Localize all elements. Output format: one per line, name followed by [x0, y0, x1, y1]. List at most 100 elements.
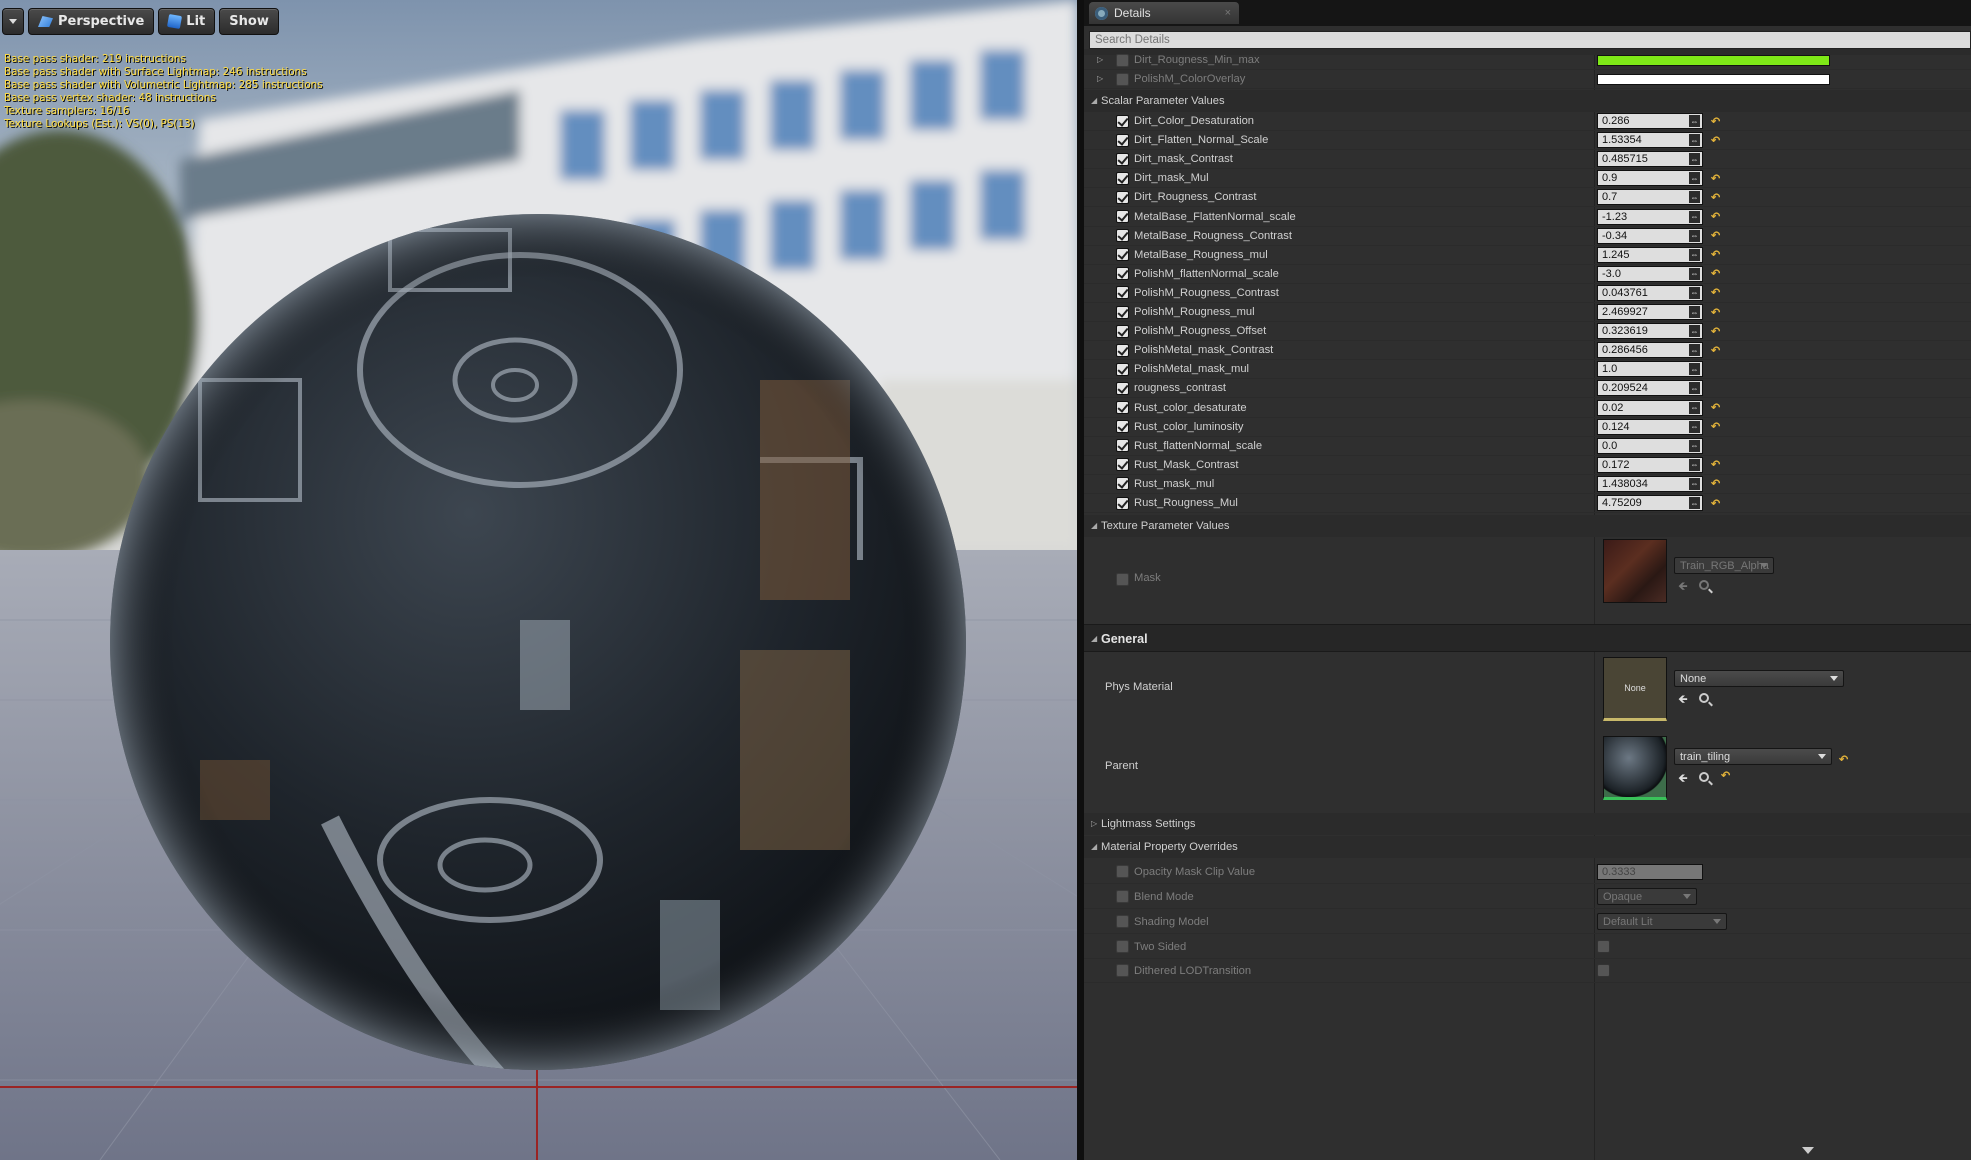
browse-magnifier-icon[interactable] — [1699, 693, 1709, 703]
texture-asset-combo[interactable]: Train_RGB_Alpha — [1674, 557, 1774, 574]
reset-to-default-icon[interactable]: ↶ — [1839, 753, 1848, 766]
spin-handle-icon[interactable]: ⇔ — [1689, 439, 1700, 452]
param-override-checkbox[interactable] — [1116, 171, 1129, 185]
param-override-checkbox[interactable] — [1116, 114, 1129, 128]
reset-to-default-icon[interactable]: ↶ — [1711, 248, 1720, 261]
param-override-checkbox[interactable] — [1116, 343, 1129, 357]
override-combo[interactable]: Opaque — [1597, 888, 1697, 905]
expand-arrow-icon[interactable]: ▷ — [1097, 74, 1103, 83]
scalar-value-input[interactable]: 2.469927 ⇔ — [1597, 304, 1703, 320]
scalar-value-input[interactable]: 0.0 ⇔ — [1597, 437, 1703, 454]
param-override-checkbox[interactable] — [1116, 72, 1129, 86]
spin-handle-icon[interactable]: ⇔ — [1689, 382, 1700, 395]
phys-material-thumbnail[interactable]: None — [1603, 657, 1667, 721]
override-value-checkbox[interactable] — [1597, 940, 1610, 953]
spin-handle-icon[interactable]: ⇔ — [1689, 344, 1700, 357]
reset-to-default-icon[interactable]: ↶ — [1721, 769, 1730, 782]
scalar-value-input[interactable]: 0.286 ⇔ — [1597, 113, 1703, 129]
use-selected-arrow-icon[interactable]: 🡸 — [1678, 577, 1688, 598]
param-override-checkbox[interactable] — [1116, 267, 1129, 281]
spin-handle-icon[interactable]: ⇔ — [1689, 477, 1700, 490]
spin-handle-icon[interactable]: ⇔ — [1689, 458, 1700, 471]
spin-handle-icon[interactable]: ⇔ — [1689, 286, 1700, 299]
scalar-value-input[interactable]: 1.53354 ⇔ — [1597, 132, 1703, 149]
parent-combo[interactable]: train_tiling — [1674, 748, 1832, 765]
override-value-checkbox[interactable] — [1597, 964, 1610, 977]
scalar-value-input[interactable]: -0.34 ⇔ — [1597, 227, 1703, 244]
show-button[interactable]: Show — [219, 8, 279, 35]
param-override-checkbox[interactable] — [1116, 324, 1129, 338]
expanded-arrow-icon[interactable]: ◢ — [1091, 49, 1097, 50]
scalar-value-input[interactable]: 0.323619 ⇔ — [1597, 323, 1703, 340]
scalar-value-input[interactable]: 0.7 ⇔ — [1597, 189, 1703, 206]
tab-details[interactable]: Details × — [1089, 2, 1239, 24]
expand-arrow-icon[interactable]: ▷ — [1097, 55, 1103, 64]
perspective-button[interactable]: Perspective — [28, 8, 155, 35]
search-details-input[interactable] — [1089, 31, 1971, 49]
browse-magnifier-icon[interactable] — [1699, 580, 1709, 590]
expanded-arrow-icon[interactable]: ◢ — [1091, 96, 1097, 105]
spin-handle-icon[interactable]: ⇔ — [1689, 191, 1700, 204]
scalar-value-input[interactable]: 1.438034 ⇔ — [1597, 475, 1703, 492]
param-override-checkbox[interactable] — [1116, 381, 1129, 395]
reset-to-default-icon[interactable]: ↶ — [1711, 115, 1720, 128]
scalar-value-input[interactable]: 0.02 ⇔ — [1597, 399, 1703, 416]
viewport-options-dropdown[interactable] — [2, 8, 24, 35]
reset-to-default-icon[interactable]: ↶ — [1711, 401, 1720, 414]
param-override-checkbox[interactable] — [1116, 248, 1129, 262]
scalar-value-input[interactable]: 1.0 ⇔ — [1597, 361, 1703, 378]
reset-to-default-icon[interactable]: ↶ — [1711, 306, 1720, 319]
scalar-value-input[interactable]: 0.209524 ⇔ — [1597, 380, 1703, 397]
override-value-input[interactable]: 0.3333 — [1597, 863, 1703, 880]
reset-to-default-icon[interactable]: ↶ — [1711, 420, 1720, 433]
spin-handle-icon[interactable]: ⇔ — [1689, 134, 1700, 147]
scalar-value-input[interactable]: -3.0 ⇔ — [1597, 265, 1703, 282]
spin-handle-icon[interactable]: ⇔ — [1689, 210, 1700, 223]
override-checkbox[interactable] — [1116, 890, 1129, 903]
scalar-value-input[interactable]: 0.124 ⇔ — [1597, 418, 1703, 435]
view-mode-lit-button[interactable]: Lit — [158, 8, 216, 35]
spin-handle-icon[interactable]: ⇔ — [1689, 229, 1700, 242]
scalar-value-input[interactable]: 0.172 ⇔ — [1597, 456, 1703, 473]
param-override-checkbox[interactable] — [1116, 305, 1129, 319]
spin-handle-icon[interactable]: ⇔ — [1689, 306, 1700, 318]
color-swatch[interactable] — [1597, 55, 1830, 66]
spin-handle-icon[interactable]: ⇔ — [1689, 115, 1700, 127]
category-texture-parameters[interactable]: ◢ Texture Parameter Values — [1084, 515, 1971, 537]
override-checkbox[interactable] — [1116, 915, 1129, 928]
spin-handle-icon[interactable]: ⇔ — [1689, 172, 1700, 185]
spin-handle-icon[interactable]: ⇔ — [1689, 497, 1700, 509]
param-override-checkbox[interactable] — [1116, 133, 1129, 147]
param-override-checkbox[interactable] — [1116, 210, 1129, 223]
parent-thumbnail[interactable] — [1603, 736, 1667, 800]
reset-to-default-icon[interactable]: ↶ — [1711, 134, 1720, 147]
param-override-checkbox[interactable] — [1116, 152, 1129, 166]
reset-to-default-icon[interactable]: ↶ — [1711, 477, 1720, 490]
reset-to-default-icon[interactable]: ↶ — [1711, 497, 1720, 510]
panel-splitter[interactable] — [1077, 0, 1084, 1160]
reset-to-default-icon[interactable]: ↶ — [1711, 344, 1720, 357]
param-override-checkbox[interactable] — [1116, 53, 1129, 67]
phys-material-combo[interactable]: None — [1674, 670, 1844, 687]
spin-handle-icon[interactable]: ⇔ — [1689, 248, 1700, 261]
category-lightmass-settings[interactable]: ▷ Lightmass Settings — [1084, 813, 1971, 835]
expanded-arrow-icon[interactable]: ◢ — [1091, 842, 1097, 851]
scalar-value-input[interactable]: 0.485715 ⇔ — [1597, 151, 1703, 168]
param-override-checkbox[interactable] — [1116, 420, 1129, 434]
reset-to-default-icon[interactable]: ↶ — [1711, 210, 1720, 223]
param-override-checkbox[interactable] — [1116, 286, 1129, 300]
reset-to-default-icon[interactable]: ↶ — [1711, 458, 1720, 471]
category-scalar-parameters[interactable]: ◢ Scalar Parameter Values — [1084, 90, 1971, 112]
scalar-value-input[interactable]: 1.245 ⇔ — [1597, 246, 1703, 263]
spin-handle-icon[interactable]: ⇔ — [1689, 153, 1700, 166]
override-checkbox[interactable] — [1116, 940, 1129, 953]
texture-thumbnail[interactable] — [1603, 539, 1667, 603]
spin-handle-icon[interactable]: ⇔ — [1689, 267, 1700, 280]
scalar-value-input[interactable]: 0.9 ⇔ — [1597, 170, 1703, 187]
param-override-checkbox[interactable] — [1116, 458, 1129, 472]
scalar-value-input[interactable]: 0.286456 ⇔ — [1597, 342, 1703, 359]
reset-to-default-icon[interactable]: ↶ — [1711, 267, 1720, 280]
category-general[interactable]: General ◢ — [1084, 624, 1971, 652]
material-preview-viewport[interactable]: Perspective Lit Show Base pass shader: 2… — [0, 0, 1077, 1160]
param-override-checkbox[interactable] — [1116, 229, 1129, 243]
